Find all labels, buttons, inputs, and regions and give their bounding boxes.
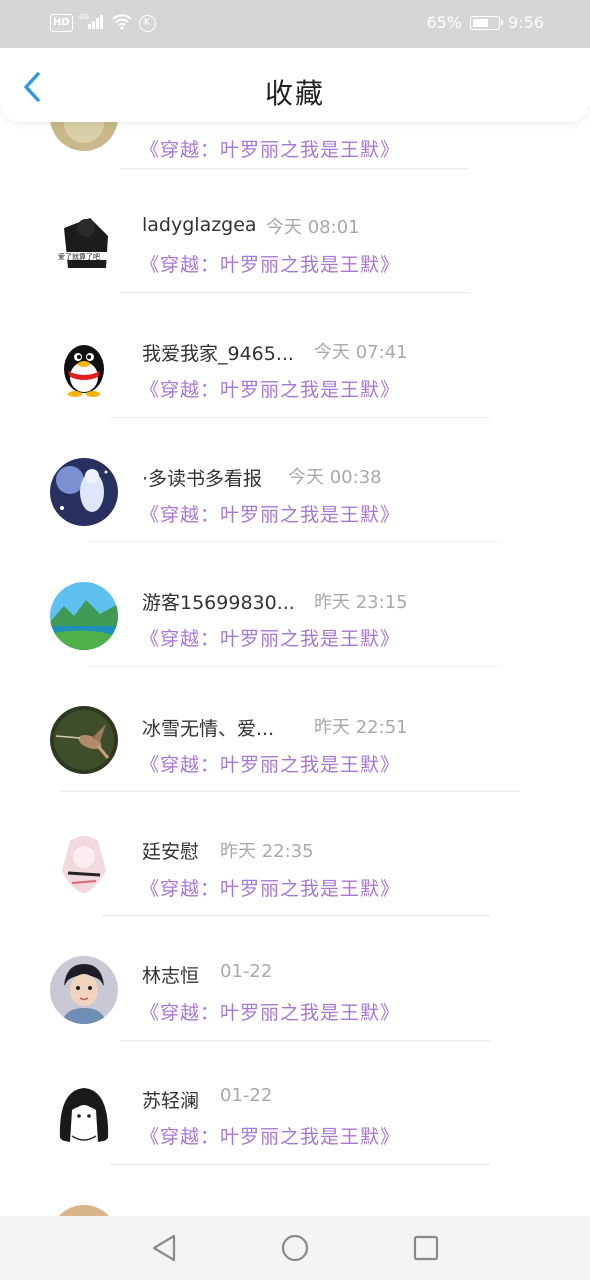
timestamp: 昨天 23:15 — [314, 592, 408, 613]
divider — [60, 791, 520, 792]
list-item[interactable]: ·多读书多看报 今天 00:38 《穿越：叶罗丽之我是王默》 — [0, 433, 590, 558]
list-item[interactable]: 游客15699830... 昨天 23:15 《穿越：叶罗丽之我是王默》 — [0, 558, 590, 683]
timestamp: 01-22 — [220, 1085, 273, 1106]
qq-penguin-avatar — [50, 333, 118, 401]
triangle-back-icon — [152, 1234, 176, 1262]
divider — [120, 1040, 490, 1041]
divider — [120, 168, 470, 169]
user-name[interactable]: 廷安慰 — [142, 837, 199, 864]
timestamp: 昨天 22:35 — [220, 841, 314, 862]
book-title[interactable]: 《穿越：叶罗丽之我是王默》 — [140, 135, 400, 162]
nav-home-button[interactable] — [279, 1232, 311, 1264]
timestamp: 今天 00:38 — [288, 467, 382, 488]
divider — [110, 1164, 490, 1165]
network-type-label: 4G — [79, 13, 89, 21]
wifi-icon — [111, 12, 133, 34]
avatar-anime-bw — [50, 1080, 118, 1148]
list-item[interactable]: 苏轻澜 01-22 《穿越：叶罗丽之我是王默》 — [0, 1056, 590, 1181]
avatar-moonlight-girl — [50, 458, 118, 526]
timestamp: 今天 08:01 — [266, 217, 360, 238]
divider — [90, 666, 500, 667]
list-item[interactable] — [0, 1181, 590, 1216]
user-name[interactable]: 苏轻澜 — [142, 1086, 199, 1113]
avatar-hummingbird — [50, 706, 118, 774]
avatar — [50, 1080, 118, 1148]
avatar — [50, 831, 118, 899]
avatar: 爱了就算了吧 — [50, 208, 118, 276]
list-item[interactable]: 廷安慰 昨天 22:35 《穿越：叶罗丽之我是王默》 — [0, 807, 590, 932]
nav-recents-button[interactable] — [410, 1232, 442, 1264]
app-header: 收藏 — [0, 48, 590, 122]
avatar-cartoon-boy — [50, 956, 118, 1024]
book-title[interactable]: 《穿越：叶罗丽之我是王默》 — [140, 750, 400, 777]
svg-text:爱了就算了吧: 爱了就算了吧 — [58, 252, 100, 261]
list-item[interactable]: 冰雪无情、爱... 昨天 22:51 《穿越：叶罗丽之我是王默》 — [0, 683, 590, 808]
divider — [110, 417, 490, 418]
divider — [120, 292, 470, 293]
circle-home-icon — [281, 1234, 309, 1262]
nav-back-button[interactable] — [148, 1232, 180, 1264]
divider — [90, 541, 500, 542]
status-right: 65% 9:56 — [427, 13, 545, 32]
user-name[interactable]: ·多读书多看报 — [142, 464, 262, 491]
avatar — [50, 956, 118, 1024]
avatar — [50, 582, 118, 650]
book-title[interactable]: 《穿越：叶罗丽之我是王默》 — [140, 624, 400, 651]
book-title[interactable]: 《穿越：叶罗丽之我是王默》 — [140, 1122, 400, 1149]
book-title[interactable]: 《穿越：叶罗丽之我是王默》 — [140, 874, 400, 901]
avatar-landscape — [50, 582, 118, 650]
battery-icon — [470, 15, 504, 30]
book-title[interactable]: 《穿越：叶罗丽之我是王默》 — [140, 375, 400, 402]
avatar — [50, 706, 118, 774]
hd-icon: HD — [50, 14, 73, 32]
user-name[interactable]: 林志恒 — [142, 961, 199, 988]
user-name[interactable]: 游客15699830... — [142, 588, 295, 615]
list-item[interactable]: 爱了就算了吧 ladyglazgea 今天 08:01 《穿越：叶罗丽之我是王默… — [0, 184, 590, 309]
list-item[interactable]: 我爱我家_9465... 今天 07:41 《穿越：叶罗丽之我是王默》 — [0, 309, 590, 434]
avatar — [50, 1205, 118, 1216]
avatar-anime-pink — [50, 831, 118, 899]
avatar — [50, 333, 118, 401]
system-nav-bar — [0, 1216, 590, 1280]
avatar — [50, 458, 118, 526]
user-name[interactable]: 冰雪无情、爱... — [142, 714, 274, 741]
page-title: 收藏 — [264, 77, 325, 110]
timestamp: 昨天 22:51 — [314, 717, 408, 738]
status-left-icons: HD 4G K — [50, 12, 156, 34]
clock: 9:56 — [508, 13, 544, 32]
avatar-partial-bottom — [50, 1205, 118, 1216]
battery-percent: 65% — [426, 13, 463, 32]
timestamp: 01-22 — [220, 961, 273, 982]
divider — [100, 915, 490, 916]
timestamp: 今天 07:41 — [314, 342, 408, 363]
user-name[interactable]: ladyglazgea — [142, 214, 257, 236]
square-recents-icon — [413, 1235, 439, 1261]
book-title[interactable]: 《穿越：叶罗丽之我是王默》 — [140, 500, 400, 527]
favorites-list: 《穿越：叶罗丽之我是王默》 爱了就算了吧 ladyglazgea 今天 08:0… — [0, 110, 590, 1216]
status-bar: HD 4G K 65% 9:56 — [0, 0, 590, 48]
avatar-dark-figure: 爱了就算了吧 — [50, 208, 118, 276]
k-icon: K — [138, 14, 156, 32]
book-title[interactable]: 《穿越：叶罗丽之我是王默》 — [140, 250, 400, 277]
battery-fill — [473, 18, 488, 27]
user-name[interactable]: 我爱我家_9465... — [142, 339, 294, 366]
signal-4g-icon: 4G — [79, 12, 105, 34]
book-title[interactable]: 《穿越：叶罗丽之我是王默》 — [140, 998, 400, 1025]
list-item[interactable]: 林志恒 01-22 《穿越：叶罗丽之我是王默》 — [0, 932, 590, 1057]
